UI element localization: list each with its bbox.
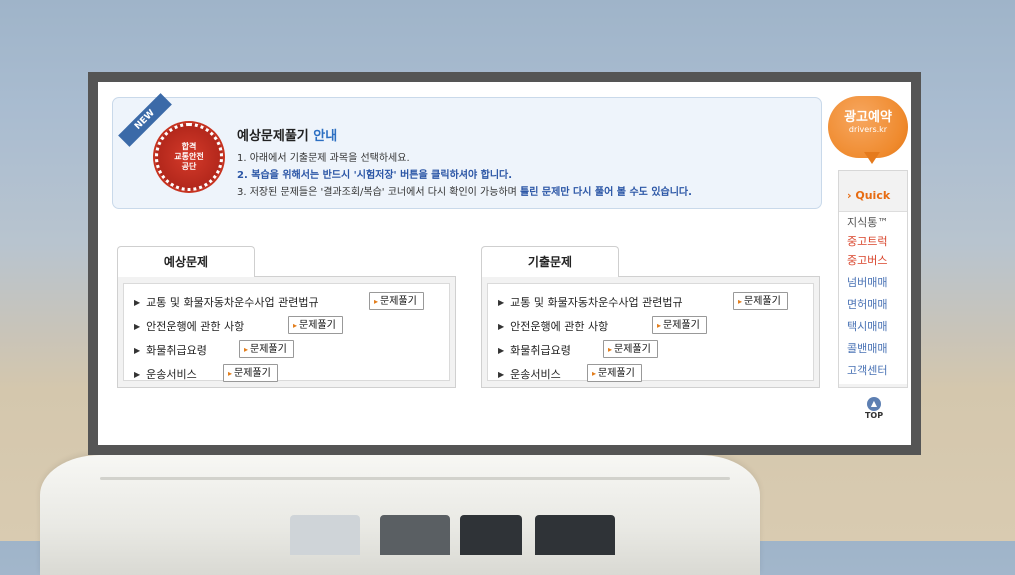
section-past: 기출문제 ▶ 교통 및 화물자동차운수사업 관련법규 ▸ 문제풀기 ▶ 안전운행에 관… xyxy=(481,246,820,388)
solve-button-label: 문제풀기 xyxy=(380,296,417,307)
ad-reserve-sub: drivers.kr xyxy=(848,125,888,134)
solve-button[interactable]: ▸ 문제풀기 xyxy=(223,364,278,382)
quick-head: › Quick xyxy=(847,189,891,202)
item-label: 안전운행에 관한 사항 xyxy=(510,320,609,333)
seal-line: 교통안전 xyxy=(174,152,204,161)
list-item[interactable]: ▶ 교통 및 화물자동차운수사업 관련법규 xyxy=(134,294,319,310)
top-label: TOP xyxy=(864,411,884,420)
arrow-icon: ▸ xyxy=(374,297,379,306)
van-window xyxy=(290,515,360,555)
arrow-icon: ▸ xyxy=(293,321,298,330)
arrow-icon: ▸ xyxy=(738,297,743,306)
quick-item[interactable]: 지식통™ xyxy=(847,214,888,230)
content-panel: NEW 합격 교통안전 공단 예상문제풀기 안내 1. 아래에서 기출문제 과목… xyxy=(98,82,911,445)
solve-button-label: 문제풀기 xyxy=(250,344,287,355)
section-body: ▶ 교통 및 화물자동차운수사업 관련법규 ▸ 문제풀기 ▶ 안전운행에 관한 사항 … xyxy=(117,276,456,388)
notice-title-highlight: 안내 xyxy=(313,129,338,144)
item-label: 운송서비스 xyxy=(146,368,197,381)
triangle-icon: ▶ xyxy=(498,297,505,307)
solve-button[interactable]: ▸ 문제풀기 xyxy=(733,292,788,310)
list-item[interactable]: ▶ 안전운행에 관한 사항 xyxy=(134,318,244,334)
quick-item[interactable]: 중고버스 xyxy=(847,252,887,268)
quick-item[interactable]: 고객센터 xyxy=(847,362,887,378)
van-window xyxy=(535,515,615,555)
top-button[interactable]: ▲ TOP xyxy=(862,397,886,420)
notice-line-1: 1. 아래에서 기출문제 과목을 선택하세요. xyxy=(237,153,410,164)
section-tab: 예상문제 xyxy=(117,246,255,277)
notice-lines: 1. 아래에서 기출문제 과목을 선택하세요. 2. 복습을 위해서는 반드시 … xyxy=(237,150,692,201)
item-label: 교통 및 화물자동차운수사업 관련법규 xyxy=(510,296,683,309)
notice-box: NEW 합격 교통안전 공단 예상문제풀기 안내 1. 아래에서 기출문제 과목… xyxy=(112,93,822,209)
quick-item[interactable]: 택시매매 xyxy=(847,318,887,334)
notice-title-main: 예상문제풀기 xyxy=(237,129,309,144)
ad-reserve-circle: 광고예약 drivers.kr xyxy=(828,96,908,158)
section-list: ▶ 교통 및 화물자동차운수사업 관련법규 ▸ 문제풀기 ▶ 안전운행에 관한 사항 … xyxy=(123,283,450,382)
section-body: ▶ 교통 및 화물자동차운수사업 관련법규 ▸ 문제풀기 ▶ 안전운행에 관한 사항 … xyxy=(481,276,820,388)
solve-button-label: 문제풀기 xyxy=(234,368,271,379)
solve-button[interactable]: ▸ 문제풀기 xyxy=(603,340,658,358)
notice-line-3: 3. 저장된 문제들은 '결과조회/복습' 코너에서 다시 확인이 가능하며 틀… xyxy=(237,184,692,201)
quick-menu: › Quick 지식통™ 중고트럭 중고버스 넘버매매 면허매매 택시매매 콜밴… xyxy=(838,170,908,388)
badge-tail xyxy=(864,152,880,164)
triangle-icon: ▶ xyxy=(498,321,505,331)
list-item[interactable]: ▶ 화물취급요령 xyxy=(134,342,207,358)
solve-button-label: 문제풀기 xyxy=(663,320,700,331)
solve-button-label: 문제풀기 xyxy=(614,344,651,355)
item-label: 안전운행에 관한 사항 xyxy=(146,320,245,333)
arrow-icon: ▸ xyxy=(657,321,662,330)
solve-button-label: 문제풀기 xyxy=(299,320,336,331)
list-item[interactable]: ▶ 화물취급요령 xyxy=(498,342,571,358)
triangle-icon: ▶ xyxy=(134,297,141,307)
quick-item[interactable]: 면허매매 xyxy=(847,296,887,312)
section-tab: 기출문제 xyxy=(481,246,619,277)
ad-reserve-badge[interactable]: 광고예약 drivers.kr xyxy=(828,96,908,164)
solve-button[interactable]: ▸ 문제풀기 xyxy=(652,316,707,334)
item-label: 화물취급요령 xyxy=(146,344,207,357)
triangle-icon: ▶ xyxy=(134,321,141,331)
section-list: ▶ 교통 및 화물자동차운수사업 관련법규 ▸ 문제풀기 ▶ 안전운행에 관한 사항 … xyxy=(487,283,814,382)
van-ridge xyxy=(100,477,730,480)
arrow-icon: ▸ xyxy=(244,345,249,354)
arrow-icon: ▸ xyxy=(592,369,597,378)
section-expected: 예상문제 ▶ 교통 및 화물자동차운수사업 관련법규 ▸ 문제풀기 ▶ 안전운행에 관… xyxy=(117,246,456,388)
solve-button-label: 문제풀기 xyxy=(744,296,781,307)
list-item[interactable]: ▶ 교통 및 화물자동차운수사업 관련법규 xyxy=(498,294,683,310)
triangle-icon: ▶ xyxy=(498,369,505,379)
quick-item[interactable]: 넘버매매 xyxy=(847,274,887,290)
solve-button-label: 문제풀기 xyxy=(598,368,635,379)
list-item[interactable]: ▶ 운송서비스 xyxy=(498,366,561,382)
notice-title: 예상문제풀기 안내 xyxy=(237,125,337,144)
triangle-icon: ▶ xyxy=(498,345,505,355)
quick-list: 지식통™ 중고트럭 중고버스 넘버매매 면허매매 택시매매 콜밴매매 고객센터 xyxy=(839,211,907,384)
triangle-icon: ▶ xyxy=(134,369,141,379)
notice-line-3-bold: 틀린 문제만 다시 풀어 볼 수도 있습니다. xyxy=(520,187,692,198)
list-item[interactable]: ▶ 운송서비스 xyxy=(134,366,197,382)
solve-button[interactable]: ▸ 문제풀기 xyxy=(369,292,424,310)
notice-line-3-text: 3. 저장된 문제들은 '결과조회/복습' 코너에서 다시 확인이 가능하며 xyxy=(237,187,517,198)
arrow-icon: ▸ xyxy=(608,345,613,354)
background-van xyxy=(40,455,760,575)
notice-line-2: 2. 복습을 위해서는 반드시 '시험저장' 버튼을 클릭하셔야 합니다. xyxy=(237,170,513,181)
list-item[interactable]: ▶ 안전운행에 관한 사항 xyxy=(498,318,608,334)
seal-line: 합격 xyxy=(181,142,197,151)
triangle-icon: ▶ xyxy=(134,345,141,355)
seal-line: 공단 xyxy=(181,162,197,171)
solve-button[interactable]: ▸ 문제풀기 xyxy=(288,316,343,334)
solve-button[interactable]: ▸ 문제풀기 xyxy=(239,340,294,358)
van-window xyxy=(460,515,522,555)
ad-reserve-title: 광고예약 xyxy=(844,110,892,125)
item-label: 교통 및 화물자동차운수사업 관련법규 xyxy=(146,296,319,309)
quick-item[interactable]: 콜밴매매 xyxy=(847,340,887,356)
van-window xyxy=(380,515,450,555)
quick-item[interactable]: 중고트럭 xyxy=(847,233,887,249)
content-frame: NEW 합격 교통안전 공단 예상문제풀기 안내 1. 아래에서 기출문제 과목… xyxy=(88,72,921,455)
item-label: 운송서비스 xyxy=(510,368,561,381)
quick-head-label: Quick xyxy=(855,189,891,202)
arrow-up-icon: ▲ xyxy=(867,397,881,411)
solve-button[interactable]: ▸ 문제풀기 xyxy=(587,364,642,382)
pass-seal: 합격 교통안전 공단 xyxy=(155,123,223,191)
arrow-icon: ▸ xyxy=(228,369,233,378)
item-label: 화물취급요령 xyxy=(510,344,571,357)
